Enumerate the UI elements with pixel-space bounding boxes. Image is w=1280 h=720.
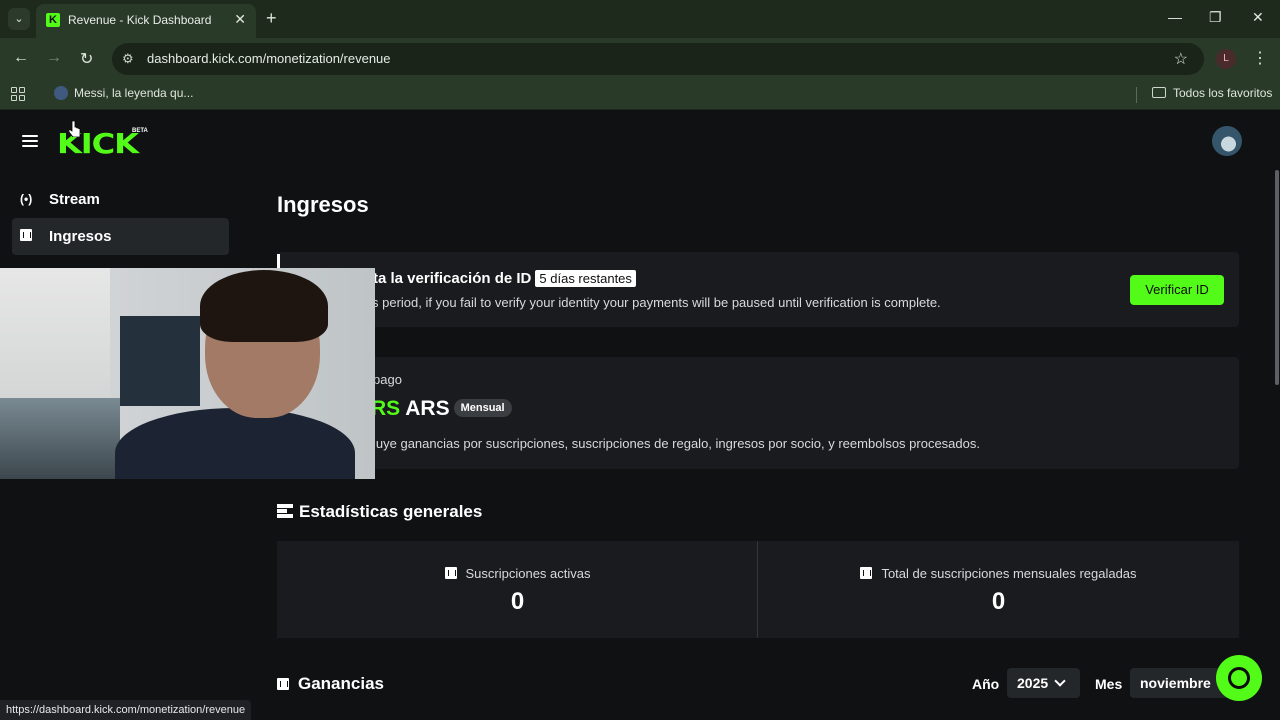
tab-search-button[interactable]: ⌄ [8,8,30,30]
currency-code: ARS [405,397,450,420]
apps-grid-icon[interactable] [11,87,25,101]
year-label: Año [972,676,1000,692]
card-edge-marker [277,254,280,268]
webcam-person-hoodie [115,408,355,479]
browser-tab-bar: ⌄ K Revenue - Kick Dashboard ✕ + — ❐ ✕ [0,0,1280,38]
forward-icon[interactable]: → [46,49,62,67]
chart-icon [860,567,873,579]
stats-section-title: Estadísticas generales [277,502,482,522]
profile-avatar[interactable]: L [1216,49,1236,69]
verification-card: ta la verificación de ID 5 días restantes… [277,252,1239,327]
chat-support-icon [1228,667,1250,689]
payment-description: luye ganancias por suscripciones, suscri… [373,436,980,451]
sidebar-item-ingresos[interactable]: Ingresos [12,218,229,255]
site-info-icon[interactable]: ⚙ [122,51,134,67]
stat-value: 0 [991,588,1006,615]
minimize-icon[interactable]: — [1168,9,1182,25]
new-tab-button[interactable]: + [266,8,277,28]
days-remaining-badge: 5 días restantes [535,270,636,287]
broadcast-icon: (•) [20,192,33,206]
earnings-section-title: Ganancias [277,674,384,694]
restore-icon[interactable]: ❐ [1209,9,1222,26]
page-scrollbar[interactable] [1275,170,1279,385]
stat-value: 0 [510,588,525,615]
webcam-person-hair [200,270,328,342]
month-label: Mes [1095,676,1123,692]
reload-icon[interactable]: ↻ [80,49,93,69]
hamburger-menu-icon[interactable] [22,135,38,147]
verification-title: ta la verificación de ID 5 días restantes [373,270,636,287]
payment-card: pago RS ARS Mensual luye ganancias por su… [277,357,1239,469]
back-icon[interactable]: ← [13,49,29,67]
frequency-badge: Mensual [453,399,512,417]
stat-label-text: Suscripciones activas [465,566,591,581]
month-select[interactable]: noviembre [1130,668,1230,698]
earnings-title-text: Ganancias [298,674,384,693]
status-bar-url: https://dashboard.kick.com/monetization/… [0,700,252,720]
stat-label: Suscripciones activas [277,566,758,581]
bookmark-label: Messi, la leyenda qu... [74,86,194,100]
stats-icon [277,503,293,518]
browser-tab[interactable]: K Revenue - Kick Dashboard ✕ [36,4,256,38]
browser-toolbar: ← → ↻ ⚙ dashboard.kick.com/monetization/… [0,38,1280,80]
webcam-overlay [0,268,375,479]
chart-icon [20,229,41,243]
year-value: 2025 [1017,675,1049,691]
verification-description: s period, if you fail to verify your ide… [372,295,941,310]
page-title: Ingresos [277,192,369,217]
bookmark-favicon-icon [54,86,68,100]
user-avatar[interactable] [1212,126,1242,156]
stats-title-text: Estadísticas generales [299,502,483,521]
amount-prefix: RS [371,397,401,420]
chart-icon [444,567,457,579]
payment-label: pago [373,372,402,387]
payment-amount: RS ARS Mensual [371,397,512,421]
close-window-icon[interactable]: ✕ [1252,9,1264,26]
sidebar-item-label: Ingresos [49,228,112,245]
bookmark-star-icon[interactable]: ☆ [1174,49,1188,69]
all-bookmarks[interactable]: Todos los favoritos [1152,86,1272,100]
url-text[interactable]: dashboard.kick.com/monetization/revenue [147,51,391,66]
all-bookmarks-label: Todos los favoritos [1173,86,1273,100]
stat-label-text: Total de suscripciones mensuales regalad… [881,566,1137,581]
chart-icon [277,678,289,690]
sidebar-item-stream[interactable]: (•) Stream [12,181,229,218]
webcam-background-curtain [120,316,200,406]
support-chat-button[interactable] [1216,655,1262,701]
beta-label: BETA [132,128,148,134]
close-tab-icon[interactable]: ✕ [234,11,246,28]
bookmark-item[interactable]: Messi, la leyenda qu... [54,86,193,100]
mouse-cursor-icon [69,121,81,137]
verify-id-button[interactable]: Verificar ID [1130,275,1224,305]
folder-icon [1152,87,1166,98]
menu-kebab-icon[interactable]: ⋮ [1252,48,1268,68]
stat-label: Total de suscripciones mensuales regalad… [758,566,1239,581]
stat-gifted-subs: Total de suscripciones mensuales regalad… [758,541,1239,638]
webcam-background-object [0,398,120,479]
chevron-down-icon [1054,675,1066,687]
month-value: noviembre [1140,675,1211,691]
sidebar-item-label: Stream [49,191,100,208]
year-select[interactable]: 2025 [1007,668,1080,698]
address-bar[interactable]: ⚙ dashboard.kick.com/monetization/revenu… [112,43,1204,75]
bookmark-separator [1136,87,1137,103]
kick-favicon-icon: K [46,13,60,27]
verification-title-text: ta la verificación de ID [373,270,532,287]
stat-active-subs: Suscripciones activas 0 [277,541,758,638]
tab-title: Revenue - Kick Dashboard [68,13,212,27]
bookmarks-bar: Messi, la leyenda qu... Todos los favori… [0,80,1280,110]
